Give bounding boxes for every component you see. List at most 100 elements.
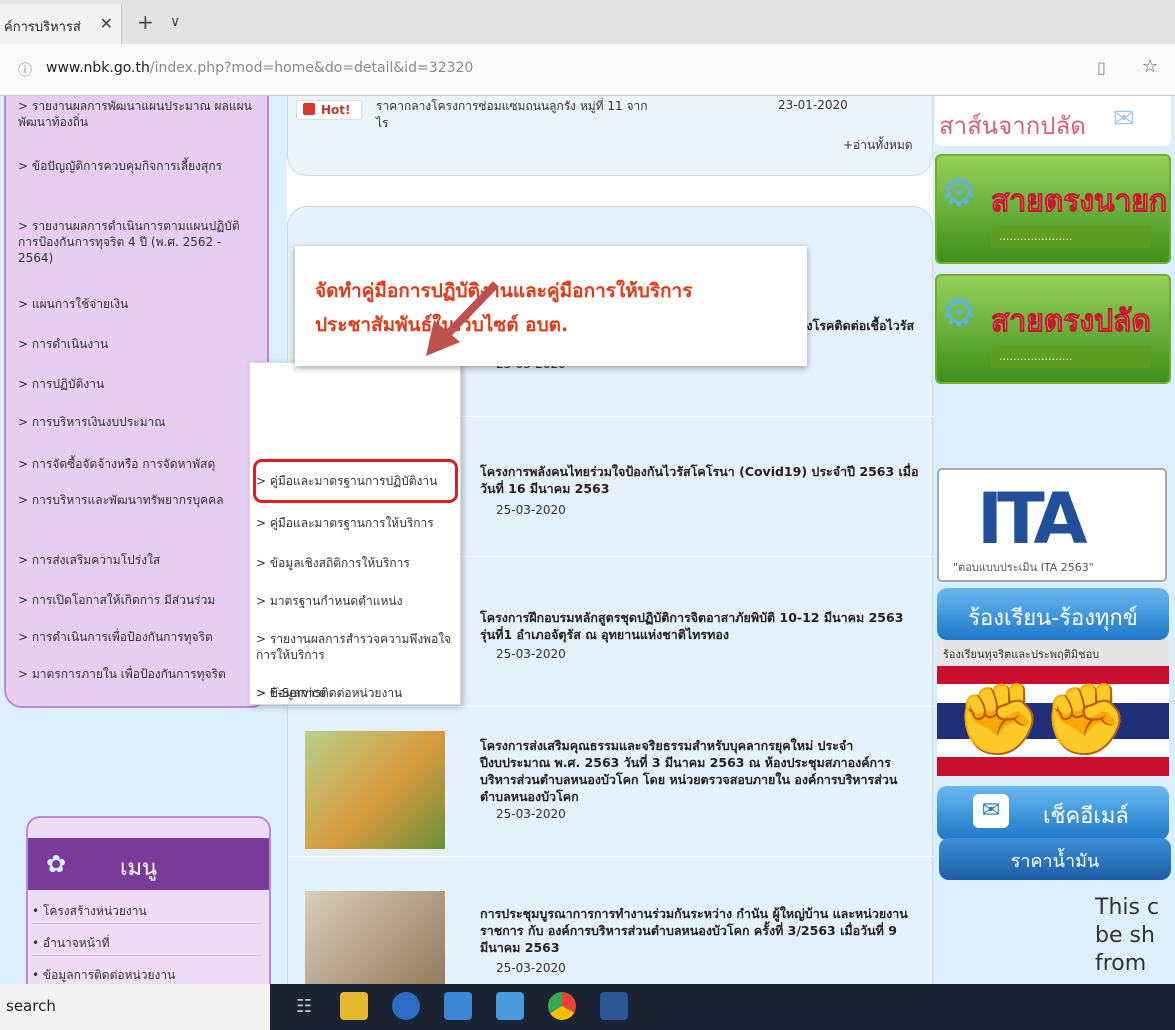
address-bar[interactable]: ⓘ www.nbk.go.th/index.php?mod=home&do=de… [0, 44, 1175, 96]
chrome-icon[interactable] [548, 992, 576, 1020]
corruption-complaint-label[interactable]: ร้องเรียนทุจริตและประพฤติมิชอบ [937, 640, 1169, 666]
sidebar-item[interactable]: > การจัดซื้อจัดจ้างหรือ การจัดหาพัสดุ [18, 456, 258, 472]
menu-title: เมนู [120, 856, 158, 881]
sidebar-item[interactable]: > รายงานผลการดำเนินการตามแผนปฏิบัติการป้… [18, 218, 258, 266]
sidebar-item[interactable]: > การส่งเสริมความโปร่งใส [18, 552, 258, 568]
submenu-dropdown: > คู่มือและมาตรฐานการปฏิบัติงาน > คู่มือ… [249, 362, 461, 705]
hot-news-date: 23-01-2020 [778, 98, 848, 112]
complaint-button[interactable]: ร้องเรียน-ร้องทุกข์ [937, 588, 1169, 640]
sidebar-item[interactable]: > แผนการใช้จ่ายเงิน [18, 296, 258, 312]
store-icon[interactable] [496, 992, 524, 1020]
submenu-item[interactable]: > รายงานผลการสำรวจความพึงพอใจการให้บริกา… [256, 631, 460, 663]
menu-item[interactable]: • อำนาจหน้าที่ [32, 926, 262, 956]
hot-news-box: Hot! ราคากลางโครงการซ่อมแซมถนนลูกรัง หมู… [287, 96, 933, 176]
new-tab-button[interactable]: + [137, 10, 154, 34]
flower-icon: ✿ [46, 850, 67, 878]
browser-tab[interactable]: ค์การบริหารส่ ✕ [0, 4, 122, 44]
frame-text-line: be sh [1095, 923, 1155, 948]
sidebar-item[interactable]: > การปฏิบัติงาน [18, 376, 258, 392]
url-host: www.nbk.go.th [46, 60, 150, 76]
page-content: > รายงานผลการพัฒนาแผนประมาณ ผลแผนพัฒนาท้… [0, 96, 1175, 984]
submenu-item[interactable]: > ข้อมูลเชิงสถิติการให้บริการ [256, 555, 460, 571]
oil-price-button[interactable]: ราคาน้ำมัน [939, 838, 1171, 880]
annotation-arrow-icon [426, 281, 499, 356]
mail-icon[interactable] [444, 992, 472, 1020]
reading-view-icon[interactable]: ▯ [1097, 58, 1106, 77]
submenu-item[interactable]: > คู่มือและมาตรฐานการให้บริการ [256, 515, 460, 531]
menu-item[interactable]: • โครงสร้างหน่วยงาน [32, 894, 262, 924]
search-text: search [6, 997, 56, 1015]
highlight-box [253, 459, 458, 503]
sidebar-item[interactable]: > การเปิดโอกาสให้เกิดการ มีส่วนร่วม [18, 592, 258, 608]
tab-title: ค์การบริหารส่ [4, 20, 81, 35]
ita-banner[interactable]: ITA "ตอบแบบประเมิน ITA 2563" [937, 468, 1167, 582]
file-explorer-icon[interactable] [340, 992, 368, 1020]
menu-header: ✿ เมนู [28, 838, 269, 890]
sidebar-item[interactable]: > มาตรการภายใน เพื่อป้องกันการทุจริต [18, 666, 258, 682]
mayor-hotline-text: สายตรงนายก [990, 184, 1168, 220]
news-item[interactable]: การประชุมบูรณาการการทำงานร่วมกันระหว่าง … [288, 857, 934, 984]
taskbar: search ☷ [0, 984, 1175, 1030]
left-sidebar: > รายงานผลการพัฒนาแผนประมาณ ผลแผนพัฒนาท้… [4, 96, 269, 708]
banner-bar: ..................... [991, 346, 1151, 368]
gear-icon: ⚙ [941, 170, 977, 216]
info-icon[interactable]: ⓘ [18, 60, 32, 80]
submenu-item[interactable]: > มาตรฐานกำหนดตำแหน่ง [256, 593, 460, 609]
frame-text-line: This c [1095, 895, 1160, 920]
edge-browser-icon[interactable] [392, 992, 420, 1020]
thai-flag-banner[interactable]: ✊✊ [937, 666, 1169, 776]
news-title[interactable]: การประชุมบูรณาการการทำงานร่วมกันระหว่าง … [480, 905, 920, 956]
clerk-hotline-banner[interactable]: ⚙ สายตรงปลัด ..................... [935, 274, 1171, 384]
envelope-icon: ✉ [1113, 104, 1135, 134]
ita-logo: ITA [977, 478, 1088, 560]
taskbar-search[interactable]: search [0, 984, 270, 1030]
sidebar-item[interactable]: > ข้อปัญญัติการควบคุมกิจการเลี้ยงสุกร [18, 158, 258, 174]
news-title[interactable]: โครงการพลังคนไทยร่วมใจป้องกันไวรัสโคโรนา… [480, 463, 920, 497]
annotation-callout: จัดทำคู่มือการปฏิบัติงานและคู่มือการให้บ… [295, 246, 807, 366]
news-thumbnail[interactable] [305, 891, 445, 984]
message-banner[interactable]: สาส์นจากปลัด ✉ [935, 96, 1171, 146]
hot-news-link[interactable]: ราคากลางโครงการซ่อมแซมถนนลูกรัง หมู่ที่ … [376, 98, 656, 132]
news-date: 25-03-2020 [496, 503, 566, 517]
submenu-item[interactable]: > E-Service [256, 685, 460, 701]
mayor-hotline-banner[interactable]: ⚙ สายตรงนายก ..................... [935, 154, 1171, 264]
tab-bar: ค์การบริหารส่ ✕ + ∨ [0, 0, 1175, 44]
hot-badge: Hot! [296, 100, 362, 120]
banner-bar: ..................... [991, 226, 1151, 248]
news-item[interactable]: โครงการส่งเสริมคุณธรรมและจริยธรรมสำหรับบ… [288, 707, 934, 857]
news-title[interactable]: โครงการส่งเสริมคุณธรรมและจริยธรรมสำหรับบ… [480, 737, 920, 805]
news-thumbnail[interactable] [305, 731, 445, 849]
url-path: /index.php?mod=home&do=detail&id=32320 [149, 60, 474, 76]
message-banner-text: สาส์นจากปลัด [939, 112, 1086, 140]
sidebar-item[interactable]: > การดำเนินการเพื่อป้องกันการทุจริต [18, 629, 258, 645]
word-icon[interactable] [600, 992, 628, 1020]
banner-bar-dots: ..................... [999, 350, 1073, 363]
callout-line-2: ประชาสัมพันธ์ในเว็บไซต์ อบต. [315, 314, 569, 336]
tab-menu-button[interactable]: ∨ [170, 14, 180, 30]
sidebar-item[interactable]: > การบริหารและพัฒนาทรัพยากรบุคคล [18, 492, 258, 508]
ita-subtitle: "ตอบแบบประเมิน ITA 2563" [953, 561, 1094, 574]
news-date: 25-03-2020 [496, 807, 566, 821]
check-email-button[interactable]: ✉ เช็คอีเมล์ [937, 786, 1169, 840]
sidebar-item[interactable]: > การบริหารเงินงบประมาณ [18, 414, 258, 430]
hot-label: Hot! [321, 103, 351, 117]
close-icon[interactable]: ✕ [100, 14, 113, 33]
news-date: 25-03-2020 [496, 961, 566, 975]
email-icon: ✉ [973, 794, 1009, 828]
sidebar-item[interactable]: > การดำเนินงาน [18, 336, 258, 352]
url-text[interactable]: www.nbk.go.th/index.php?mod=home&do=deta… [46, 60, 473, 76]
callout-line-1: จัดทำคู่มือการปฏิบัติงานและคู่มือการให้บ… [315, 280, 693, 302]
read-all-link[interactable]: +อ่านทั้งหมด [843, 136, 913, 155]
hot-icon [303, 103, 315, 115]
menu-item[interactable]: • ข้อมูลการติดต่อหน่วยงาน [32, 958, 262, 984]
banner-bar-dots: ..................... [999, 230, 1073, 243]
menu-box: ✿ เมนู • โครงสร้างหน่วยงาน • อำนาจหน้าที… [26, 816, 271, 984]
news-title[interactable]: โครงการฝึกอบรมหลักสูตรชุดปฏิบัติการจิตอา… [480, 609, 920, 643]
favorite-star-icon[interactable]: ☆ [1142, 56, 1158, 77]
gear-icon: ⚙ [941, 290, 977, 336]
task-view-icon[interactable]: ☷ [296, 996, 312, 1017]
clerk-hotline-text: สายตรงปลัด [991, 304, 1152, 340]
frame-text-line: from [1095, 951, 1147, 976]
right-column: สาส์นจากปลัด ✉ ⚙ สายตรงนายก ............… [935, 96, 1175, 984]
sidebar-item[interactable]: > รายงานผลการพัฒนาแผนประมาณ ผลแผนพัฒนาท้… [18, 98, 258, 130]
